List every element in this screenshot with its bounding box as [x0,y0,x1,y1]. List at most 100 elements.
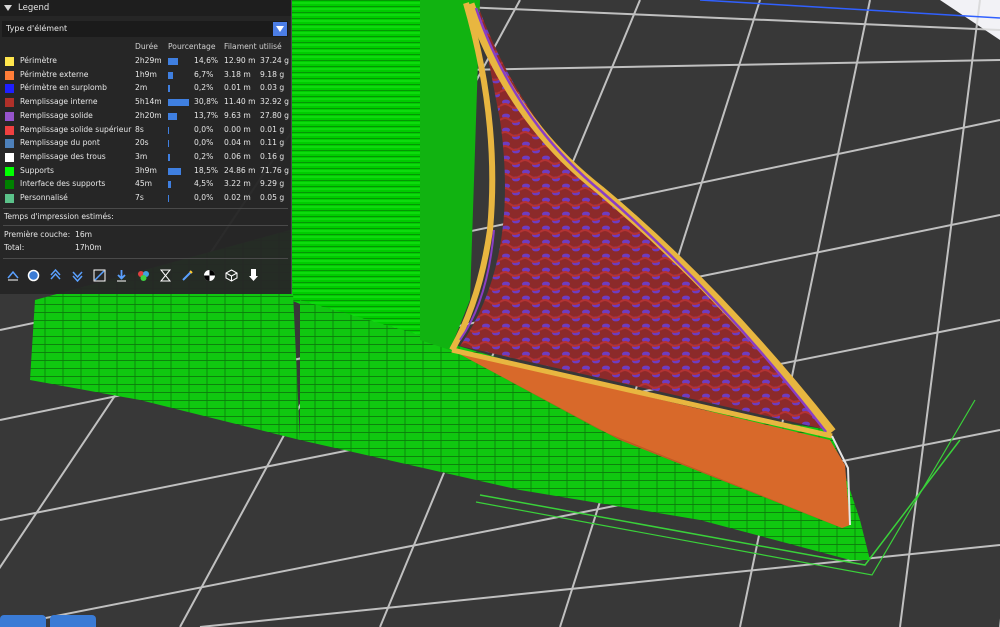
color-swatch [5,166,14,176]
row-weight: 27.80 g [260,110,289,120]
tool-changes-icon[interactable] [114,268,129,283]
row-duration: 20s [135,138,149,148]
total-label: Total: [4,243,25,252]
row-duration: 45m [135,179,153,189]
row-percent: 14,6% [194,56,219,65]
row-length: 0.06 m [224,151,251,161]
retractions-icon[interactable] [48,268,63,283]
seams-icon[interactable] [92,268,107,283]
row-percent: 6,7% [194,69,214,79]
legend-row[interactable]: Périmètre 2h29m 14,6% 12.90 m 37.24 g [0,55,290,68]
row-label: Périmètre en surplomb [20,83,107,93]
row-label: Remplissage solide supérieur [20,124,132,134]
color-swatch [5,70,14,80]
custom-gcode-icon[interactable] [180,268,195,283]
row-weight: 9.18 g [260,69,285,79]
row-percent: 0,2% [194,83,214,93]
row-label: Remplissage solide [20,110,93,120]
percent-bar [168,153,170,161]
estimated-time-label: Temps d'impression estimés: [4,212,114,221]
percent-bar [168,99,189,107]
first-layer-value: 16m [75,230,93,239]
color-changes-icon[interactable] [136,268,151,283]
row-label: Personnalisé [20,193,68,202]
legend-row[interactable]: Périmètre externe 1h9m 6,7% 3.18 m 9.18 g [0,69,290,82]
header-percent: Pourcentage [168,42,216,51]
row-length: 9.63 m [224,110,251,120]
row-length: 0.02 m [224,193,251,202]
row-weight: 37.24 g [260,56,289,65]
color-swatch [5,139,14,149]
collapse-triangle-icon[interactable] [4,5,12,11]
color-swatch [5,152,14,162]
pause-print-icon[interactable] [158,268,173,283]
row-label: Interface des supports [20,179,106,189]
row-length: 24.86 m [224,165,256,175]
row-label: Remplissage du pont [20,138,100,148]
view-type-select[interactable]: Type d'élément [2,21,288,37]
color-swatch [5,180,14,190]
center-of-gravity-icon[interactable] [202,268,217,283]
total-value: 17h0m [75,243,102,252]
legend-row[interactable]: Interface des supports 45m 4,5% 3.22 m 9.29 … [0,178,290,191]
legend-panel: Legend Type d'élément Durée Pourcentage … [0,0,292,294]
legend-row[interactable]: Remplissage du pont 20s 0,0% 0.04 m 0.11 g [0,137,290,150]
deretractions-icon[interactable] [70,268,85,283]
view-toggle-button[interactable] [0,615,46,627]
row-percent: 18,5% [194,165,219,175]
color-swatch [5,84,14,94]
view-type-value: Type d'élément [6,24,68,33]
legend-row[interactable]: Remplissage solide 2h20m 13,7% 9.63 m 27.80 … [0,110,290,123]
legend-row[interactable]: Remplissage solide supérieur 8s 0,0% 0.00 m… [0,124,290,137]
legend-row[interactable]: Supports 3h9m 18,5% 24.86 m 71.76 g [0,165,290,178]
row-weight: 9.29 g [260,179,285,189]
legend-row[interactable]: Personnalisé 7s 0,0% 0.02 m 0.05 g [0,192,290,205]
row-weight: 0.05 g [260,193,285,202]
tool-marker-icon[interactable] [246,268,261,283]
row-weight: 0.03 g [260,83,285,93]
color-swatch [5,194,14,203]
shells-icon[interactable] [224,268,239,283]
legend-row[interactable]: Remplissage des trous 3m 0,2% 0.06 m 0.16 g [0,151,290,164]
travel-icon[interactable] [6,268,21,283]
row-label: Périmètre [20,56,57,65]
row-percent: 0,0% [194,124,214,134]
color-swatch [5,125,14,135]
divider [3,258,288,259]
legend-title: Legend [18,3,50,13]
color-swatch [5,111,14,121]
percent-bar [168,126,169,134]
header-filament: Filament utilisé [224,42,282,51]
view-3d-button[interactable] [50,615,96,627]
row-duration: 5h14m [135,97,162,107]
percent-bar [168,195,169,202]
first-layer-label: Première couche: [4,230,71,239]
row-length: 0.00 m [224,124,251,134]
legend-row[interactable]: Remplissage interne 5h14m 30,8% 11.40 m 32.9… [0,96,290,109]
row-duration: 3h9m [135,165,157,175]
chevron-down-icon[interactable] [273,22,287,36]
row-label: Remplissage interne [20,97,98,107]
percent-bar [168,58,178,65]
legend-row[interactable]: Périmètre en surplomb 2m 0,2% 0.01 m 0.03 g [0,82,290,95]
row-percent: 30,8% [194,97,219,107]
row-length: 12.90 m [224,56,256,65]
row-weight: 32.92 g [260,97,289,107]
row-duration: 2m [135,83,148,93]
row-weight: 0.16 g [260,151,285,161]
percent-bar [168,140,169,148]
row-duration: 8s [135,124,144,134]
row-length: 3.18 m [224,69,251,79]
row-percent: 13,7% [194,110,219,120]
color-swatch [5,98,14,108]
row-duration: 7s [135,193,144,202]
wipe-icon[interactable] [26,268,41,283]
divider [3,208,288,209]
legend-titlebar[interactable]: Legend [0,0,291,16]
row-weight: 0.01 g [260,124,285,134]
header-duration: Durée [135,42,158,51]
row-length: 0.04 m [224,138,251,148]
row-length: 11.40 m [224,97,256,107]
row-label: Remplissage des trous [20,151,106,161]
color-swatch [5,57,14,66]
